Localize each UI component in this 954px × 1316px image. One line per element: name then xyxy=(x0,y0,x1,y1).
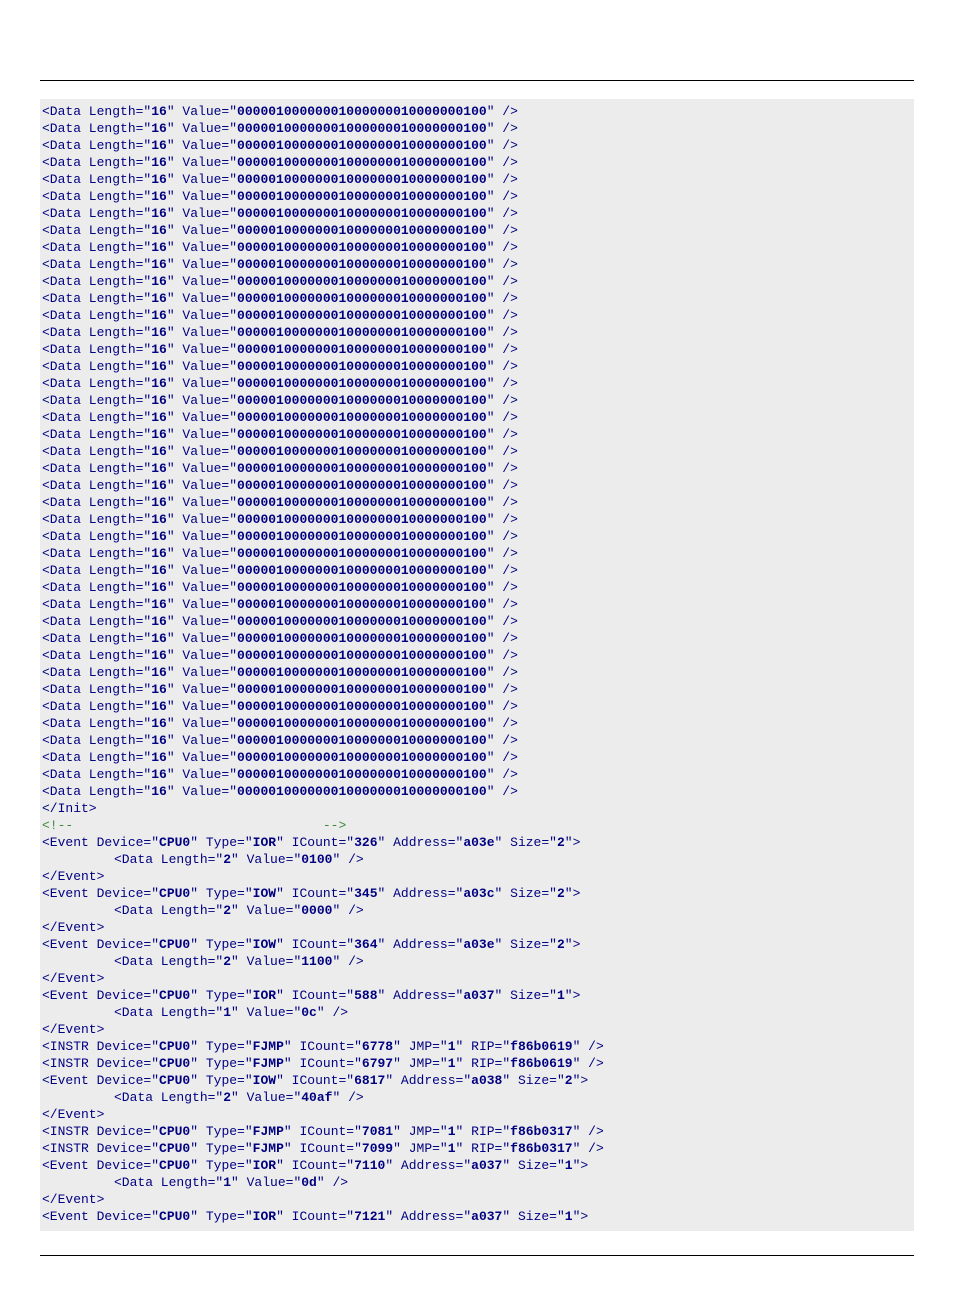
xml-event-open: <Event Device="CPU0" Type="IOW" ICount="… xyxy=(42,885,912,902)
xml-data-line: <Data Length="16" Value="000001000000010… xyxy=(42,613,912,630)
xml-data-line: <Data Length="16" Value="000001000000010… xyxy=(42,511,912,528)
bottom-divider xyxy=(40,1255,914,1256)
xml-data-line: <Data Length="16" Value="000001000000010… xyxy=(42,443,912,460)
xml-event-close: </Event> xyxy=(42,1106,912,1123)
xml-data-line: <Data Length="16" Value="000001000000010… xyxy=(42,324,912,341)
xml-data-line: <Data Length="2" Value="0100" /> xyxy=(42,851,912,868)
xml-data-line: <Data Length="16" Value="000001000000010… xyxy=(42,562,912,579)
xml-data-line: <Data Length="16" Value="000001000000010… xyxy=(42,137,912,154)
xml-data-line: <Data Length="16" Value="000001000000010… xyxy=(42,341,912,358)
xml-event-close: </Event> xyxy=(42,1021,912,1038)
xml-data-line: <Data Length="16" Value="000001000000010… xyxy=(42,256,912,273)
xml-data-line: <Data Length="16" Value="000001000000010… xyxy=(42,477,912,494)
xml-event-open: <Event Device="CPU0" Type="IOR" ICount="… xyxy=(42,1157,912,1174)
xml-init-close: </Init> xyxy=(42,800,912,817)
top-divider xyxy=(40,80,914,81)
xml-data-line: <Data Length="16" Value="000001000000010… xyxy=(42,103,912,120)
xml-data-line: <Data Length="16" Value="000001000000010… xyxy=(42,120,912,137)
xml-data-line: <Data Length="1" Value="0d" /> xyxy=(42,1174,912,1191)
xml-data-line: <Data Length="16" Value="000001000000010… xyxy=(42,715,912,732)
document-page: <Data Length="16" Value="000001000000010… xyxy=(0,80,954,1316)
xml-event-close: </Event> xyxy=(42,1191,912,1208)
xml-data-line: <Data Length="16" Value="000001000000010… xyxy=(42,171,912,188)
xml-data-line: <Data Length="16" Value="000001000000010… xyxy=(42,596,912,613)
xml-data-line: <Data Length="16" Value="000001000000010… xyxy=(42,494,912,511)
xml-data-line: <Data Length="16" Value="000001000000010… xyxy=(42,409,912,426)
xml-data-line: <Data Length="2" Value="1100" /> xyxy=(42,953,912,970)
xml-data-line: <Data Length="2" Value="40af" /> xyxy=(42,1089,912,1106)
xml-data-line: <Data Length="16" Value="000001000000010… xyxy=(42,630,912,647)
xml-data-line: <Data Length="16" Value="000001000000010… xyxy=(42,205,912,222)
xml-instr-line: <INSTR Device="CPU0" Type="FJMP" ICount=… xyxy=(42,1123,912,1140)
xml-comment: <!-- --> xyxy=(42,817,912,834)
xml-data-line: <Data Length="16" Value="000001000000010… xyxy=(42,783,912,800)
xml-data-line: <Data Length="16" Value="000001000000010… xyxy=(42,188,912,205)
xml-event-open: <Event Device="CPU0" Type="IOR" ICount="… xyxy=(42,834,912,851)
xml-event-open: <Event Device="CPU0" Type="IOW" ICount="… xyxy=(42,1072,912,1089)
xml-data-line: <Data Length="16" Value="000001000000010… xyxy=(42,579,912,596)
xml-data-line: <Data Length="16" Value="000001000000010… xyxy=(42,222,912,239)
xml-data-line: <Data Length="16" Value="000001000000010… xyxy=(42,392,912,409)
xml-data-line: <Data Length="1" Value="0c" /> xyxy=(42,1004,912,1021)
xml-data-line: <Data Length="16" Value="000001000000010… xyxy=(42,426,912,443)
xml-instr-line: <INSTR Device="CPU0" Type="FJMP" ICount=… xyxy=(42,1038,912,1055)
xml-data-line: <Data Length="16" Value="000001000000010… xyxy=(42,732,912,749)
xml-data-line: <Data Length="16" Value="000001000000010… xyxy=(42,528,912,545)
xml-data-line: <Data Length="16" Value="000001000000010… xyxy=(42,290,912,307)
xml-instr-line: <INSTR Device="CPU0" Type="FJMP" ICount=… xyxy=(42,1055,912,1072)
xml-event-close: </Event> xyxy=(42,970,912,987)
xml-event-close: </Event> xyxy=(42,868,912,885)
xml-data-line: <Data Length="2" Value="0000" /> xyxy=(42,902,912,919)
xml-data-line: <Data Length="16" Value="000001000000010… xyxy=(42,239,912,256)
xml-data-line: <Data Length="16" Value="000001000000010… xyxy=(42,460,912,477)
xml-data-line: <Data Length="16" Value="000001000000010… xyxy=(42,749,912,766)
xml-data-line: <Data Length="16" Value="000001000000010… xyxy=(42,273,912,290)
xml-code-block: <Data Length="16" Value="000001000000010… xyxy=(40,99,914,1231)
xml-data-line: <Data Length="16" Value="000001000000010… xyxy=(42,307,912,324)
xml-data-line: <Data Length="16" Value="000001000000010… xyxy=(42,358,912,375)
xml-data-line: <Data Length="16" Value="000001000000010… xyxy=(42,545,912,562)
xml-event-open: <Event Device="CPU0" Type="IOW" ICount="… xyxy=(42,936,912,953)
xml-data-line: <Data Length="16" Value="000001000000010… xyxy=(42,766,912,783)
xml-data-line: <Data Length="16" Value="000001000000010… xyxy=(42,681,912,698)
xml-data-line: <Data Length="16" Value="000001000000010… xyxy=(42,375,912,392)
xml-data-line: <Data Length="16" Value="000001000000010… xyxy=(42,647,912,664)
xml-event-close: </Event> xyxy=(42,919,912,936)
xml-instr-line: <INSTR Device="CPU0" Type="FJMP" ICount=… xyxy=(42,1140,912,1157)
xml-data-line: <Data Length="16" Value="000001000000010… xyxy=(42,698,912,715)
xml-data-line: <Data Length="16" Value="000001000000010… xyxy=(42,664,912,681)
xml-data-line: <Data Length="16" Value="000001000000010… xyxy=(42,154,912,171)
xml-event-open: <Event Device="CPU0" Type="IOR" ICount="… xyxy=(42,987,912,1004)
xml-event-open: <Event Device="CPU0" Type="IOR" ICount="… xyxy=(42,1208,912,1225)
